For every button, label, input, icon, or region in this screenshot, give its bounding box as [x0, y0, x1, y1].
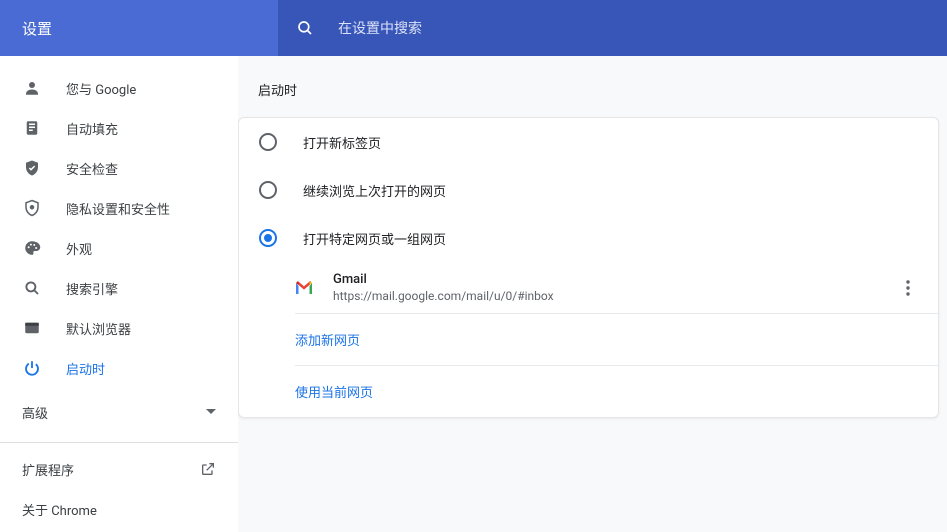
radio-icon [259, 181, 277, 199]
search-input[interactable] [338, 20, 947, 36]
sidebar-item-label: 启动时 [66, 359, 105, 378]
sidebar-advanced[interactable]: 高级 [0, 388, 238, 436]
settings-title: 设置 [22, 18, 52, 39]
add-new-page-button[interactable]: 添加新网页 [239, 314, 938, 365]
radio-label: 继续浏览上次打开的网页 [303, 181, 446, 200]
startup-card: 打开新标签页 继续浏览上次打开的网页 打开特定网页或一组网页 Gmail htt… [238, 117, 939, 418]
autofill-icon [22, 119, 42, 137]
more-actions-button[interactable] [896, 276, 920, 300]
radio-icon [259, 133, 277, 151]
sidebar-item-label: 安全检查 [66, 159, 118, 178]
gmail-icon [295, 279, 313, 297]
search-icon [296, 19, 314, 37]
external-link-icon [200, 461, 216, 477]
about-label: 关于 Chrome [22, 500, 97, 519]
startup-page-title: Gmail [333, 272, 554, 287]
use-current-label: 使用当前网页 [295, 386, 373, 401]
startup-page-url: https://mail.google.com/mail/u/0/#inbox [333, 289, 554, 303]
search-icon [22, 279, 42, 297]
radio-label: 打开新标签页 [303, 133, 381, 152]
search-bar[interactable] [278, 0, 947, 56]
advanced-label: 高级 [22, 403, 48, 422]
sidebar-item-label: 搜索引擎 [66, 279, 118, 298]
sidebar-item-autofill[interactable]: 自动填充 [0, 108, 238, 148]
add-page-label: 添加新网页 [295, 334, 360, 349]
sidebar-item-label: 隐私设置和安全性 [66, 199, 170, 218]
sidebar-item-label: 您与 Google [66, 79, 136, 98]
check-shield-icon [22, 159, 42, 177]
sidebar-item-label: 默认浏览器 [66, 319, 131, 338]
radio-icon-selected [259, 229, 277, 247]
privacy-icon [22, 199, 42, 217]
more-vert-icon [906, 280, 910, 296]
sidebar-item-you-google[interactable]: 您与 Google [0, 68, 238, 108]
sidebar-item-label: 自动填充 [66, 119, 118, 138]
sidebar-extensions[interactable]: 扩展程序 [0, 449, 238, 489]
startup-page-row: Gmail https://mail.google.com/mail/u/0/#… [239, 262, 938, 313]
sidebar: 您与 Google 自动填充 安全检查 隐私设置和安全性 外观 [0, 56, 238, 532]
radio-label: 打开特定网页或一组网页 [303, 229, 446, 248]
sidebar-item-privacy[interactable]: 隐私设置和安全性 [0, 188, 238, 228]
sidebar-item-appearance[interactable]: 外观 [0, 228, 238, 268]
radio-option-continue[interactable]: 继续浏览上次打开的网页 [239, 166, 938, 214]
header-title: 设置 [0, 0, 278, 56]
sidebar-about-chrome[interactable]: 关于 Chrome [0, 489, 238, 529]
divider [0, 442, 238, 443]
sidebar-item-default-browser[interactable]: 默认浏览器 [0, 308, 238, 348]
extensions-label: 扩展程序 [22, 460, 74, 479]
radio-option-new-tab[interactable]: 打开新标签页 [239, 118, 938, 166]
sidebar-item-on-startup[interactable]: 启动时 [0, 348, 238, 388]
sidebar-item-safety-check[interactable]: 安全检查 [0, 148, 238, 188]
main-content: 启动时 打开新标签页 继续浏览上次打开的网页 打开特定网页或一组网页 Gmail [238, 56, 947, 532]
chevron-down-icon [206, 409, 216, 415]
person-icon [22, 79, 42, 97]
power-icon [22, 359, 42, 377]
palette-icon [22, 239, 42, 257]
browser-icon [22, 319, 42, 337]
sidebar-item-search-engine[interactable]: 搜索引擎 [0, 268, 238, 308]
sidebar-item-label: 外观 [66, 239, 92, 258]
radio-option-specific-pages[interactable]: 打开特定网页或一组网页 [239, 214, 938, 262]
use-current-pages-button[interactable]: 使用当前网页 [239, 366, 938, 417]
section-title: 启动时 [258, 80, 947, 99]
